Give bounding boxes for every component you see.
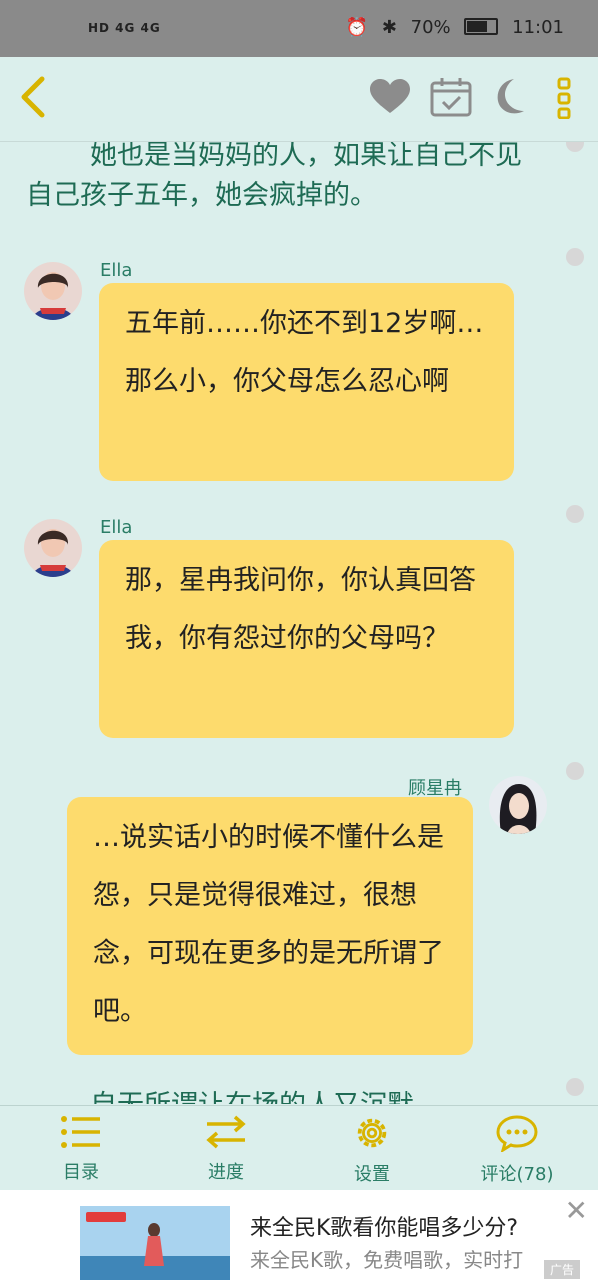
sender-name: Ella bbox=[100, 260, 133, 281]
sender-name: Ella bbox=[100, 517, 133, 538]
nav-comments[interactable]: 评论(78) bbox=[457, 1114, 577, 1186]
reader-topbar bbox=[0, 57, 598, 142]
status-right: ⏰ ✱ 70% 11:01 bbox=[338, 14, 564, 42]
avatar-ella[interactable] bbox=[24, 262, 82, 320]
nav-label: 目录 bbox=[63, 1162, 99, 1183]
reading-content[interactable]: 她也是当妈妈的人，如果让自己不见自己孩子五年，她会疯掉的。 Ella 五年前……… bbox=[0, 142, 598, 1104]
nav-progress[interactable]: 进度 bbox=[166, 1114, 286, 1184]
ad-badge: 广告 bbox=[543, 1260, 580, 1279]
ad-title[interactable]: 来全民K歌看你能唱多少分? bbox=[250, 1210, 518, 1242]
more-icon[interactable] bbox=[556, 77, 572, 123]
close-icon[interactable]: ✕ bbox=[565, 1194, 588, 1227]
chat-bubble: …说实话小的时候不懂什么是怨，只是觉得很难过，很想念，可现在更多的是无所谓了吧。 bbox=[67, 797, 473, 1055]
list-icon bbox=[61, 1116, 100, 1148]
alarm-icon: ⏰ bbox=[345, 17, 369, 38]
battery-icon bbox=[464, 18, 499, 35]
chat-bubble: 那，星冉我问你，你认真回答我，你有怨过你的父母吗？ bbox=[99, 540, 514, 738]
moon-icon[interactable] bbox=[488, 77, 528, 121]
narration-paragraph: 她也是当妈妈的人，如果让自己不见自己孩子五年，她会疯掉的。 bbox=[26, 142, 522, 211]
clock: 11:01 bbox=[512, 17, 564, 38]
nav-label: 评论(78) bbox=[480, 1164, 554, 1185]
ad-thumbnail[interactable] bbox=[80, 1206, 230, 1280]
bluetooth-icon: ✱ bbox=[381, 17, 397, 38]
paragraph-dot[interactable] bbox=[566, 505, 584, 523]
comment-icon bbox=[496, 1115, 538, 1154]
battery-percent: 70% bbox=[410, 17, 451, 38]
bottom-nav: 目录 进度 设置 评论(78) bbox=[0, 1105, 598, 1191]
ad-banner[interactable]: 来全民K歌看你能唱多少分? 来全民K歌，免费唱歌，实时打 广告 ✕ bbox=[0, 1190, 598, 1280]
gear-icon bbox=[357, 1118, 387, 1148]
calendar-icon[interactable] bbox=[430, 77, 472, 121]
nav-settings[interactable]: 设置 bbox=[312, 1114, 432, 1186]
back-icon[interactable] bbox=[16, 75, 48, 123]
avatar-guxingran[interactable] bbox=[489, 776, 547, 834]
paragraph-dot[interactable] bbox=[566, 248, 584, 266]
nav-catalog[interactable]: 目录 bbox=[21, 1114, 141, 1184]
nav-label: 设置 bbox=[354, 1164, 390, 1185]
status-bar: HD 4G 4G ⏰ ✱ 70% 11:01 bbox=[0, 0, 598, 57]
chat-bubble: 五年前……你还不到12岁啊…那么小，你父母怎么忍心啊 bbox=[99, 283, 514, 481]
paragraph-dot[interactable] bbox=[566, 762, 584, 780]
avatar-ella[interactable] bbox=[24, 519, 82, 577]
paragraph-dot[interactable] bbox=[566, 142, 584, 152]
arrows-icon bbox=[206, 1115, 246, 1149]
narration-paragraph: 自无所谓让在场的人又沉默 bbox=[90, 1086, 598, 1104]
network-indicators: HD 4G 4G bbox=[88, 21, 161, 35]
ad-description: 来全民K歌，免费唱歌，实时打 bbox=[250, 1248, 524, 1272]
heart-icon[interactable] bbox=[370, 79, 410, 119]
nav-label: 进度 bbox=[208, 1162, 244, 1183]
